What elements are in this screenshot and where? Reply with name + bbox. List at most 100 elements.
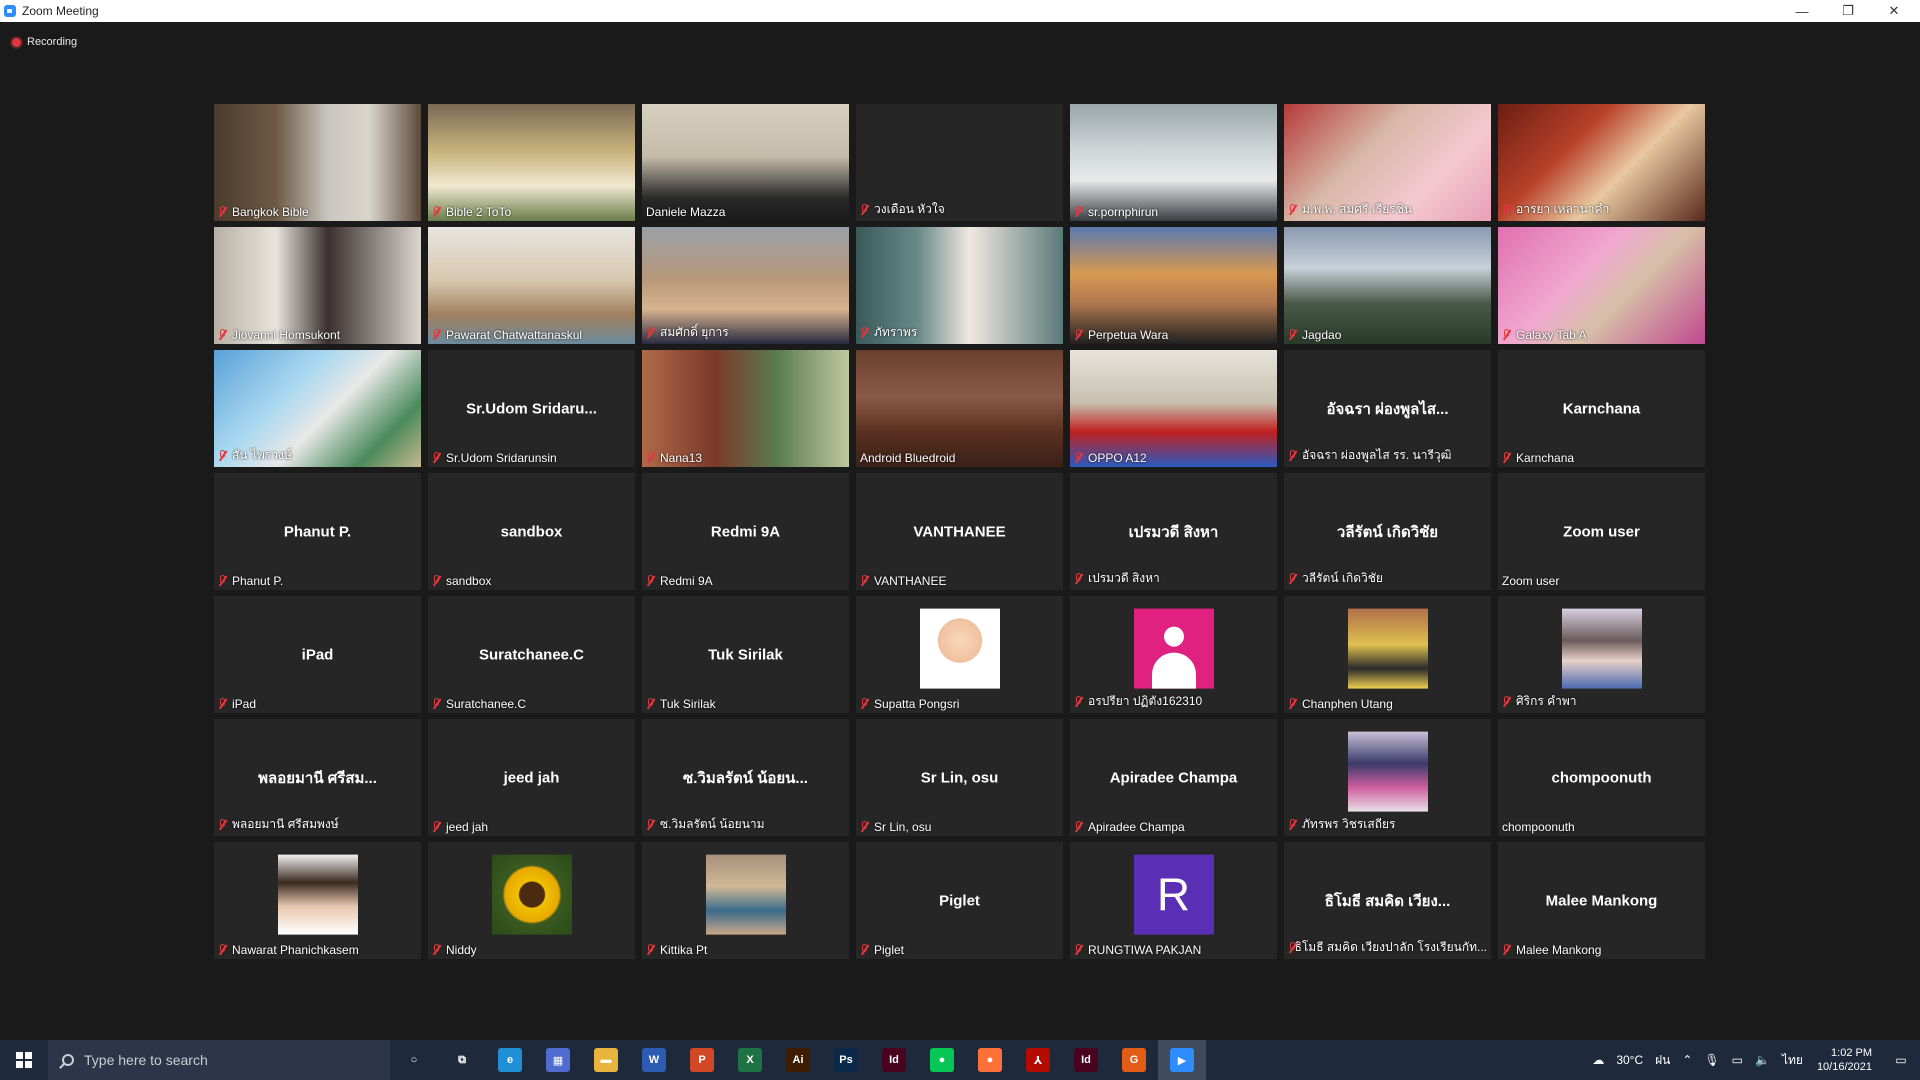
participant-tile[interactable]: jeed jah jeed jah <box>428 719 635 836</box>
participant-tile[interactable]: อรปรียา ปฏิตัง162310 <box>1070 596 1277 713</box>
participant-tile[interactable]: Sr Lin, osu Sr Lin, osu <box>856 719 1063 836</box>
participant-tile[interactable]: Karnchana Karnchana <box>1498 350 1705 467</box>
participant-tile[interactable]: Nana13 <box>642 350 849 467</box>
taskbar-app-word[interactable]: W <box>630 1040 678 1080</box>
participant-name: jeed jah <box>446 820 489 834</box>
participant-tile[interactable]: Perpetua Wara <box>1070 227 1277 344</box>
taskbar-app-indesign[interactable]: Id <box>870 1040 918 1080</box>
participant-name-label: Malee Mankong <box>1502 943 1701 957</box>
participant-tile[interactable]: Zoom user Zoom user <box>1498 473 1705 590</box>
participant-tile[interactable]: Daniele Mazza <box>642 104 849 221</box>
participant-tile[interactable]: เปรมวดี สิงหา เปรมวดี สิงหา <box>1070 473 1277 590</box>
participant-tile[interactable]: ภัทราพร <box>856 227 1063 344</box>
participant-tile[interactable]: ม.พ.พ. สมศรี เรียรชิน <box>1284 104 1491 221</box>
participant-tile[interactable]: ซ.วิมลรัตน์ น้อยน... ซ.วิมลรัตน์ น้อยนาม <box>642 719 849 836</box>
taskbar-app-g-app[interactable]: G <box>1110 1040 1158 1080</box>
tray-extra[interactable]: ฝน <box>1655 1051 1670 1070</box>
microphone-muted-icon <box>1502 695 1511 708</box>
participant-tile[interactable]: sandbox sandbox <box>428 473 635 590</box>
clock[interactable]: 1:02 PM 10/16/2021 <box>1817 1046 1872 1074</box>
participant-tile[interactable]: Pawarat Chatwattanaskul <box>428 227 635 344</box>
clock-date: 10/16/2021 <box>1816 1061 1872 1073</box>
taskbar-app-photoshop[interactable]: Ps <box>822 1040 870 1080</box>
taskbar-app-firefox[interactable]: ● <box>966 1040 1014 1080</box>
start-button[interactable] <box>0 1040 48 1080</box>
participant-tile[interactable]: Galaxy Tab A <box>1498 227 1705 344</box>
participant-tile[interactable]: Suratchanee.C Suratchanee.C <box>428 596 635 713</box>
participant-tile[interactable]: Kittika Pt <box>642 842 849 959</box>
participant-tile[interactable]: Redmi 9A Redmi 9A <box>642 473 849 590</box>
participant-tile[interactable]: Phanut P. Phanut P. <box>214 473 421 590</box>
participant-tile[interactable]: Jagdao <box>1284 227 1491 344</box>
weather-icon[interactable]: ☁ <box>1592 1053 1604 1067</box>
notification-icon[interactable]: ▭ <box>1882 1040 1920 1080</box>
taskbar-app-illustrator[interactable]: Ai <box>774 1040 822 1080</box>
participant-name: Daniele Mazza <box>646 205 726 219</box>
participant-tile[interactable]: Apiradee Champa Apiradee Champa <box>1070 719 1277 836</box>
minimize-button[interactable]: — <box>1780 0 1824 22</box>
participant-name-label: Piglet <box>860 943 1059 957</box>
participant-tile[interactable]: พลอยมานี ศรีสม... พลอยมานี ศรีสมพงษ์ <box>214 719 421 836</box>
participant-tile[interactable]: วลีรัตน์ เกิดวิชัย วลีรัตน์ เกิดวิชัย <box>1284 473 1491 590</box>
participant-tile[interactable]: Chanphen Utang <box>1284 596 1491 713</box>
participant-tile[interactable]: sr.pornphirun <box>1070 104 1277 221</box>
close-button[interactable]: ✕ <box>1872 0 1916 22</box>
taskbar-app-acrobat[interactable]: ⅄ <box>1014 1040 1062 1080</box>
network-icon[interactable]: ▭ <box>1732 1053 1743 1067</box>
weather-temp[interactable]: 30°C <box>1616 1053 1643 1067</box>
participant-tile[interactable]: Bible 2 ToTo <box>428 104 635 221</box>
participant-name-label: Zoom user <box>1502 574 1701 588</box>
search-box[interactable]: Type here to search <box>48 1040 390 1080</box>
participant-display-name: Piglet <box>939 892 980 909</box>
participant-tile[interactable]: OPPO A12 <box>1070 350 1277 467</box>
participant-name-label: Jagdao <box>1288 328 1487 342</box>
taskbar-app-task-view[interactable]: ⧉ <box>438 1040 486 1080</box>
participant-tile[interactable]: อัจฉรา ผ่องพูลไส... อัจฉรา ผ่องพูลไส รร. … <box>1284 350 1491 467</box>
participant-tile[interactable]: iPad iPad <box>214 596 421 713</box>
firefox-icon: ● <box>978 1048 1002 1072</box>
participant-tile[interactable]: สมศักดิ์ ยุการ <box>642 227 849 344</box>
participant-tile[interactable]: ศิริกร คำพา <box>1498 596 1705 713</box>
taskbar-app-calculator[interactable]: ▦ <box>534 1040 582 1080</box>
microphone-icon[interactable]: 🎙 <box>1704 1053 1719 1067</box>
default-avatar-icon <box>1133 608 1214 689</box>
participant-tile[interactable]: Tuk Sirilak Tuk Sirilak <box>642 596 849 713</box>
participant-tile[interactable]: Sr.Udom Sridaru... Sr.Udom Sridarunsin <box>428 350 635 467</box>
taskbar-app-powerpoint[interactable]: P <box>678 1040 726 1080</box>
taskbar-app-zoom[interactable]: ▶ <box>1158 1040 1206 1080</box>
taskbar-app-edge[interactable]: e <box>486 1040 534 1080</box>
participant-tile[interactable]: Bangkok Bible <box>214 104 421 221</box>
taskbar-app-cortana[interactable]: ○ <box>390 1040 438 1080</box>
participant-tile[interactable]: Jiovanni Homsukont <box>214 227 421 344</box>
participant-tile[interactable]: วงเดือน หัวใจ <box>856 104 1063 221</box>
participant-tile[interactable]: Android Bluedroid <box>856 350 1063 467</box>
taskbar-app-excel[interactable]: X <box>726 1040 774 1080</box>
chevron-up-icon[interactable]: ⌃ <box>1682 1053 1692 1067</box>
taskbar-app-file-explorer[interactable]: ▬ <box>582 1040 630 1080</box>
participant-name-label: สมศักดิ์ ยุการ <box>646 323 845 342</box>
participant-name: Nawarat Phanichkasem <box>232 943 359 957</box>
participant-tile[interactable]: Piglet Piglet <box>856 842 1063 959</box>
taskbar-app-line[interactable]: ● <box>918 1040 966 1080</box>
participant-tile[interactable]: ธิโมธี สมคิด เวียง... ธิโมธี สมคิด เวียงป… <box>1284 842 1491 959</box>
participant-tile[interactable]: chompoonuth chompoonuth <box>1498 719 1705 836</box>
volume-icon[interactable]: 🔈 <box>1755 1053 1770 1067</box>
participant-tile[interactable]: อารยา เหลานาคำ <box>1498 104 1705 221</box>
participant-tile[interactable]: Supatta Pongsri <box>856 596 1063 713</box>
participant-tile[interactable]: VANTHANEE VANTHANEE <box>856 473 1063 590</box>
participant-tile[interactable]: Malee Mankong Malee Mankong <box>1498 842 1705 959</box>
participant-tile[interactable]: สัน ไพรวงษ์ <box>214 350 421 467</box>
recording-indicator[interactable]: Recording <box>12 36 77 48</box>
microphone-muted-icon <box>432 575 441 587</box>
participant-tile[interactable]: R RUNGTIWA PAKJAN <box>1070 842 1277 959</box>
participant-name: Jiovanni Homsukont <box>232 328 341 342</box>
participant-tile[interactable]: ภัทรพร วิชรเสถียร <box>1284 719 1491 836</box>
restore-button[interactable]: ❐ <box>1826 0 1870 22</box>
taskbar-app-indesign2[interactable]: Id <box>1062 1040 1110 1080</box>
participant-tile[interactable]: Niddy <box>428 842 635 959</box>
participant-display-name: Tuk Sirilak <box>708 646 783 663</box>
input-language[interactable]: ไทย <box>1782 1051 1803 1070</box>
participant-tile[interactable]: Nawarat Phanichkasem <box>214 842 421 959</box>
participant-name-label: Jiovanni Homsukont <box>218 328 417 342</box>
microphone-muted-icon <box>860 326 869 339</box>
